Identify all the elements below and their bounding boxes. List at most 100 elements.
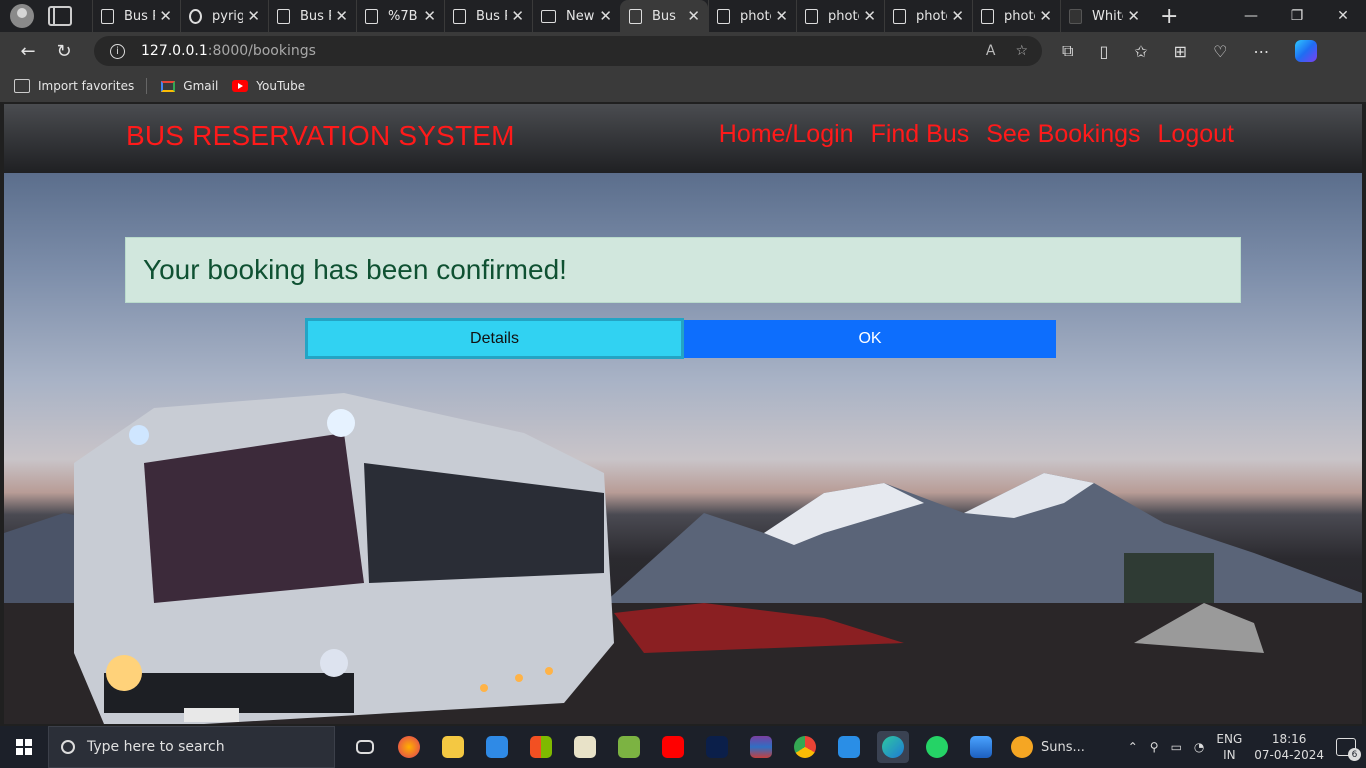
favorite-import[interactable]: Import favorites (14, 79, 134, 93)
file-explorer-icon[interactable] (437, 731, 469, 763)
nav-logout[interactable]: Logout (1158, 120, 1234, 149)
favorite-star-icon[interactable]: ☆ (1015, 43, 1028, 59)
site-brand[interactable]: BUS RESERVATION SYSTEM (126, 120, 515, 152)
youtube-app-icon[interactable] (657, 731, 689, 763)
minimize-icon[interactable]: — (1228, 0, 1274, 32)
firefox-icon[interactable] (393, 731, 425, 763)
close-window-icon[interactable]: ✕ (1320, 0, 1366, 32)
close-icon[interactable]: ✕ (1039, 7, 1052, 25)
python-files-icon[interactable] (569, 731, 601, 763)
browser-tab[interactable]: photos✕ (796, 0, 884, 32)
collections-icon[interactable]: ⊞ (1174, 42, 1187, 61)
browser-tab[interactable]: %7B ✕ (356, 0, 444, 32)
notification-icon[interactable]: 6 (1336, 738, 1361, 761)
browser-tab[interactable]: White✕ (1060, 0, 1148, 32)
refresh-icon[interactable]: ↻ (46, 41, 82, 62)
ok-button[interactable]: OK (684, 320, 1056, 358)
browser-tab[interactable]: photos✕ (884, 0, 972, 32)
restore-icon[interactable]: ❐ (1274, 0, 1320, 32)
close-icon[interactable]: ✕ (951, 7, 964, 25)
vscode-icon[interactable] (833, 731, 865, 763)
start-button[interactable] (0, 726, 48, 768)
page-icon (893, 8, 906, 24)
tab-label: %7B (388, 8, 418, 24)
winrar-icon[interactable] (745, 731, 777, 763)
tab-label: Bus Reservation (300, 8, 331, 24)
wifi-icon[interactable]: ◔ (1194, 740, 1204, 754)
browser-tab[interactable]: pyrig ✕ (180, 0, 268, 32)
copilot-icon[interactable] (1295, 40, 1318, 62)
notepad-icon[interactable] (613, 731, 645, 763)
browser-tab[interactable]: Bus Reservation✕ (444, 0, 532, 32)
language-indicator[interactable]: ENG IN (1216, 731, 1242, 763)
chrome-icon[interactable] (789, 731, 821, 763)
browser-tab[interactable]: New Tab✕ (532, 0, 620, 32)
search-placeholder: Type here to search (87, 739, 225, 755)
task-view-icon[interactable] (349, 731, 381, 763)
close-icon[interactable]: ✕ (1127, 7, 1140, 25)
close-icon[interactable]: ✕ (335, 7, 348, 25)
browser-tab-strip: Bus Reservation✕ pyrig✕ Bus Reservation✕… (0, 0, 1366, 32)
microsoft-store-icon[interactable] (525, 731, 557, 763)
url-path: :8000/bookings (207, 43, 316, 59)
site-info-icon[interactable]: i (110, 43, 125, 59)
new-tab-icon[interactable]: + (1160, 4, 1178, 29)
site-navbar: BUS RESERVATION SYSTEM Home/Login Find B… (4, 104, 1362, 173)
close-icon[interactable]: ✕ (159, 7, 172, 25)
weather-text: Suns... (1041, 739, 1085, 755)
favorites-icon[interactable]: ✩ (1134, 42, 1147, 61)
favorite-label: YouTube (256, 79, 306, 93)
close-icon[interactable]: ✕ (247, 7, 260, 25)
nav-find-bus[interactable]: Find Bus (871, 120, 970, 149)
clock-time: 18:16 (1271, 732, 1307, 746)
tab-actions-icon[interactable] (48, 6, 72, 26)
address-bar[interactable]: i 127.0.0.1:8000/bookings A ☆ (94, 36, 1042, 66)
chevron-up-icon[interactable]: ⌃ (1128, 740, 1138, 754)
browser-essentials-icon[interactable]: ♡ (1213, 42, 1227, 61)
page-icon (981, 8, 994, 24)
favorite-gmail[interactable]: Gmail (161, 79, 218, 93)
window-icon (541, 9, 556, 23)
taskbar-search[interactable]: Type here to search (48, 726, 335, 768)
tab-label: pyrig (212, 8, 244, 24)
browser-tab[interactable]: Bus Reservation✕ (268, 0, 356, 32)
webex-icon[interactable] (701, 731, 733, 763)
close-icon[interactable]: ✕ (687, 7, 700, 25)
page-icon (453, 8, 466, 24)
browser-tab[interactable]: Bus Reservation✕ (92, 0, 180, 32)
favorite-youtube[interactable]: YouTube (232, 79, 305, 93)
photos-icon[interactable] (965, 731, 997, 763)
image-icon (1069, 8, 1082, 24)
details-button[interactable]: Details (305, 318, 684, 359)
close-icon[interactable]: ✕ (775, 7, 788, 25)
back-arrow-icon[interactable]: ← (10, 41, 46, 62)
split-screen-icon[interactable]: ▯ (1099, 42, 1108, 61)
gmail-icon (161, 80, 176, 92)
browser-tab[interactable]: photos✕ (708, 0, 796, 32)
whatsapp-icon[interactable] (921, 731, 953, 763)
battery-icon[interactable]: ▭ (1171, 740, 1182, 754)
nav-see-bookings[interactable]: See Bookings (986, 120, 1140, 149)
more-menu-icon[interactable]: ⋯ (1253, 42, 1269, 61)
url-host: 127.0.0.1 (141, 43, 208, 59)
close-icon[interactable]: ✕ (863, 7, 876, 25)
page-icon (717, 8, 730, 24)
read-aloud-icon[interactable]: A (986, 43, 996, 59)
usb-icon[interactable]: ⚲ (1150, 740, 1159, 754)
profile-avatar[interactable] (10, 4, 34, 28)
clock[interactable]: 18:16 07-04-2024 (1254, 731, 1324, 763)
hero-background: Your booking has been confirmed! Details… (4, 173, 1362, 724)
mail-icon[interactable] (481, 731, 513, 763)
browser-tab[interactable]: photos✕ (972, 0, 1060, 32)
close-icon[interactable]: ✕ (511, 7, 524, 25)
edge-icon[interactable] (877, 731, 909, 763)
site-nav: Home/Login Find Bus See Bookings Logout (719, 120, 1234, 149)
page-icon (365, 8, 378, 24)
nav-home-login[interactable]: Home/Login (719, 120, 854, 149)
close-icon[interactable]: ✕ (599, 7, 612, 25)
browser-tab-active[interactable]: Bus ✕ (620, 0, 708, 32)
close-icon[interactable]: ✕ (423, 7, 436, 25)
weather-widget[interactable]: Suns... (1011, 736, 1085, 758)
extensions-icon[interactable]: ⧉ (1062, 41, 1073, 61)
tab-label: Bus (652, 8, 676, 24)
